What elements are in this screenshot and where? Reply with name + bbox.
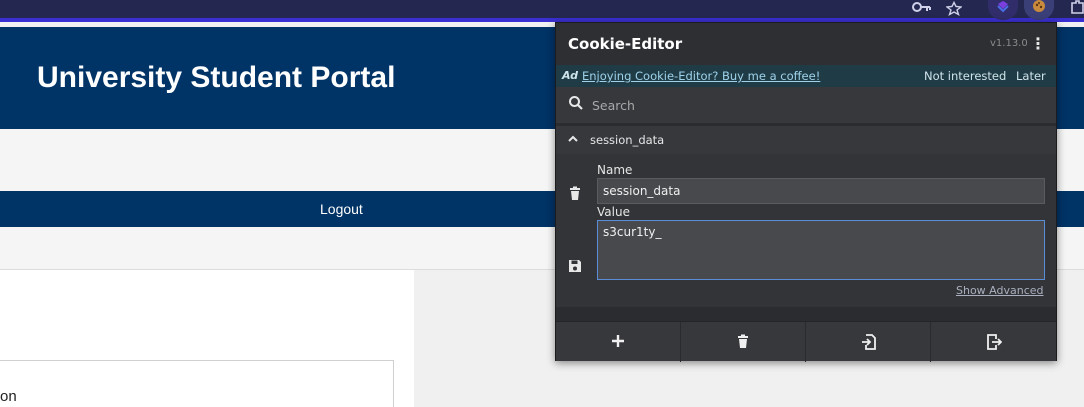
more-options-icon[interactable]: ⋮: [1030, 35, 1046, 53]
delete-cookie-icon[interactable]: [568, 186, 582, 200]
content-text: on: [0, 388, 17, 405]
cookie-detail: Name Value s3cur1ty_ Show Advanced: [556, 154, 1056, 307]
ad-tag: Ad: [562, 69, 579, 82]
search-bar: [556, 87, 1056, 123]
value-label: Value: [597, 205, 630, 219]
search-input[interactable]: [592, 93, 1032, 117]
ad-coffee-link[interactable]: Enjoying Cookie-Editor? Buy me a coffee!: [582, 69, 820, 83]
popup-version: v1.13.0: [990, 38, 1028, 49]
ad-later-button[interactable]: Later: [1016, 69, 1046, 83]
chevron-up-icon[interactable]: [566, 132, 580, 146]
add-icon: [612, 335, 624, 347]
import-button[interactable]: [806, 322, 931, 362]
logout-link[interactable]: Logout: [320, 201, 363, 217]
portal-content-box: [0, 360, 394, 407]
popup-footer: [556, 321, 1056, 362]
search-icon: [569, 96, 583, 110]
star-icon[interactable]: [946, 0, 962, 16]
popup-header: Cookie-Editor v1.13.0 ⋮: [556, 23, 1056, 65]
page-title: University Student Portal: [37, 61, 396, 94]
import-icon: [862, 334, 876, 350]
delete-all-icon: [738, 334, 748, 348]
cookie-icon[interactable]: [1024, 0, 1054, 20]
add-cookie-button[interactable]: [556, 322, 681, 362]
cookie-item-name: session_data: [590, 133, 665, 147]
show-advanced-link[interactable]: Show Advanced: [956, 284, 1044, 297]
ad-banner: Ad Enjoying Cookie-Editor? Buy me a coff…: [556, 65, 1056, 87]
name-label: Name: [597, 163, 633, 177]
browser-toolbar: [0, 0, 1084, 22]
puzzle-icon[interactable]: [1070, 0, 1084, 16]
cookie-value-field[interactable]: s3cur1ty_: [597, 220, 1045, 280]
save-cookie-icon[interactable]: [568, 259, 582, 273]
key-icon[interactable]: [912, 0, 932, 16]
popup-title: Cookie-Editor: [568, 35, 683, 53]
export-button[interactable]: [931, 322, 1056, 362]
extension-shield-icon[interactable]: [988, 0, 1018, 20]
export-icon: [987, 334, 1002, 350]
cookie-item-header[interactable]: session_data: [556, 126, 1056, 154]
ad-not-interested-button[interactable]: Not interested: [924, 69, 1006, 83]
cookie-editor-popup: Cookie-Editor v1.13.0 ⋮ Ad Enjoying Cook…: [555, 22, 1057, 362]
delete-all-button[interactable]: [681, 322, 806, 362]
cookie-name-field[interactable]: [597, 178, 1045, 204]
